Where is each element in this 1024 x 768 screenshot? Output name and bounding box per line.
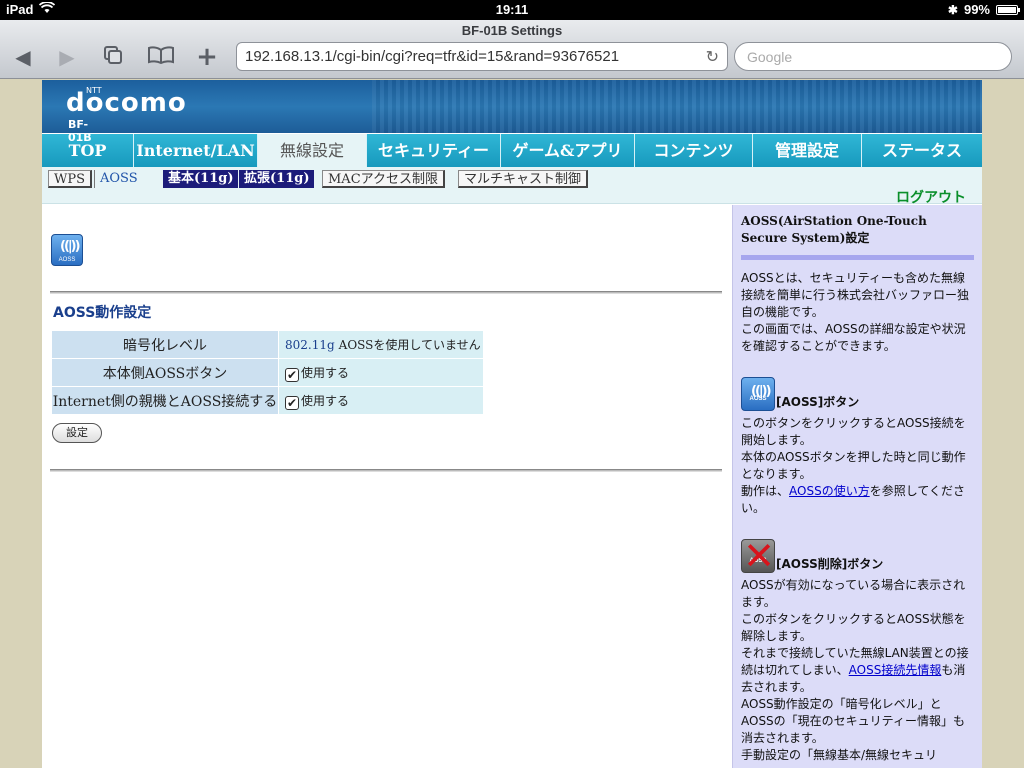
forward-icon[interactable]: ▶ (52, 46, 82, 68)
logo-brand: docomo (66, 88, 187, 118)
help-text: 本体のAOSSボタンを押した時と同じ動作となります。 (741, 450, 966, 481)
help-text: このボタンをクリックするとAOSS接続を開始します。 (741, 416, 966, 447)
url-field[interactable]: 192.168.13.1/cgi-bin/cgi?req=tfr&id=15&r… (236, 42, 728, 71)
checkbox-label: 使用する (301, 393, 350, 408)
battery-percent: 99% (963, 2, 990, 17)
browser-title: BF-01B Settings (461, 23, 563, 38)
wave-icon: ((|)) (60, 239, 80, 254)
battery-icon (996, 4, 1020, 15)
tab-game-apps[interactable]: ゲーム&アプリ (501, 134, 635, 167)
wireless-standard: 802.11g (285, 338, 335, 352)
section-title: AOSS動作設定 (53, 305, 152, 321)
encryption-value: AOSSを使用していません (338, 338, 481, 352)
aoss-delete-icon: AOSS ✕ (741, 534, 775, 578)
subtab-multicast[interactable]: マルチキャスト制御 (458, 170, 589, 188)
sub-nav: WPS AOSS 基本(11g) 拡張(11g) MACアクセス制限 マルチキャ… (42, 167, 982, 207)
aoss-usage-link[interactable]: AOSSの使い方 (789, 484, 870, 498)
checkbox-label: 使用する (301, 365, 350, 380)
help-text: 動作は、AOSSの使い方を参照してください。 (741, 483, 974, 517)
row-label: 本体側AOSSボタン (52, 359, 278, 386)
cross-icon: ✕ (743, 534, 775, 578)
main-nav: TOP Internet/LAN 無線設定 セキュリティー ゲーム&アプリ コン… (42, 133, 982, 167)
table-row: 暗号化レベル 802.11g AOSSを使用していません (52, 331, 483, 358)
settings-table: 暗号化レベル 802.11g AOSSを使用していません 本体側AOSSボタン ✔… (51, 330, 484, 415)
help-text: AOSSが有効になっている場合に表示されます。 (741, 578, 966, 609)
aoss-icon-label: AOSS (58, 257, 76, 263)
aoss-icon: ((|)) AOSS (741, 377, 775, 411)
help-title: AOSS(AirStation One-Touch Secure System)… (741, 214, 927, 245)
help-text: AOSS動作設定の「暗号化レベル」とAOSSの「現在のセキュリティー情報」も消去… (741, 697, 965, 745)
internet-aoss-checkbox[interactable]: ✔ (285, 395, 299, 410)
tab-contents[interactable]: コンテンツ (635, 134, 753, 167)
aoss-icon-label: AOSS (749, 396, 767, 402)
set-button[interactable]: 設定 (52, 423, 102, 443)
clock: 19:11 (495, 2, 529, 17)
aoss-connection-info-link[interactable]: AOSS接続先情報 (849, 663, 942, 677)
help-panel: AOSS(AirStation One-Touch Secure System)… (732, 205, 982, 768)
back-icon[interactable]: ◀ (8, 46, 38, 68)
row-value: ✔ 使用する (279, 387, 483, 414)
row-label: Internet側の親機とAOSS接続する (52, 387, 278, 414)
status-bar: iPad 19:11 ✱ 99% (0, 0, 1024, 20)
help-heading-text: [AOSS]ボタン (776, 395, 860, 409)
tab-wireless[interactable]: 無線設定 (258, 134, 367, 167)
aoss-button-checkbox[interactable]: ✔ (285, 367, 299, 382)
divider (50, 291, 722, 294)
url-text: 192.168.13.1/cgi-bin/cgi?req=tfr&id=15&r… (245, 48, 620, 65)
help-aoss-delete-heading: AOSS ✕ [AOSS削除]ボタン (741, 534, 974, 578)
help-text: このボタンをクリックするとAOSS状態を解除します。 (741, 612, 966, 643)
aoss-icon[interactable]: ((|)) AOSS (51, 234, 83, 266)
help-text-part: 動作は、 (741, 484, 790, 498)
help-text: 手動設定の「無線基本/無線セキュリ (741, 748, 938, 762)
bluetooth-icon: ✱ (947, 2, 958, 17)
subtab-aoss[interactable]: AOSS (94, 170, 143, 188)
tab-internet-lan[interactable]: Internet/LAN (134, 134, 258, 167)
browser-toolbar: BF-01B Settings ◀ ▶ + 192.168.13.1/cgi-b… (0, 20, 1024, 79)
help-text: それまで接続していた無線LAN装置との接続は切れてしまい、AOSS接続先情報も消… (741, 645, 974, 696)
page-header: NTT docomo BF-01B (42, 80, 982, 144)
bookmarks-icon[interactable] (146, 46, 176, 68)
help-aoss-button-heading: ((|)) AOSS [AOSS]ボタン (741, 377, 974, 411)
row-label: 暗号化レベル (52, 331, 278, 358)
subtab-extended-11g[interactable]: 拡張(11g) (239, 170, 315, 188)
reload-icon[interactable]: ↻ (706, 47, 719, 67)
help-divider (741, 255, 974, 260)
help-text: AOSSとは、セキュリティーも含めた無線接続を簡単に行う株式会社バッファロー独自… (741, 271, 970, 319)
tab-admin[interactable]: 管理設定 (753, 134, 862, 167)
model-name: BF-01B (68, 118, 92, 144)
add-bookmark-icon[interactable]: + (192, 44, 222, 70)
help-heading-text: [AOSS削除]ボタン (776, 557, 884, 571)
subtab-mac-filter[interactable]: MACアクセス制限 (322, 170, 445, 188)
search-placeholder: Google (747, 49, 793, 65)
logout-link[interactable]: ログアウト (896, 187, 966, 207)
search-field[interactable]: Google (734, 42, 1012, 71)
main-content: ((|)) AOSS AOSS動作設定 暗号化レベル 802.11g AOSSを使… (42, 205, 730, 768)
table-row: Internet側の親機とAOSS接続する ✔ 使用する (52, 387, 483, 414)
row-value: 802.11g AOSSを使用していません (279, 331, 483, 358)
help-text: この画面では、AOSSの詳細な設定や状況を確認することができます。 (741, 322, 966, 353)
table-row: 本体側AOSSボタン ✔ 使用する (52, 359, 483, 386)
tab-status[interactable]: ステータス (862, 134, 982, 167)
battery-fill (998, 6, 1016, 13)
pages-icon[interactable] (98, 46, 128, 68)
subtab-basic-11g[interactable]: 基本(11g) (163, 170, 239, 188)
tab-security[interactable]: セキュリティー (367, 134, 501, 167)
divider (50, 469, 722, 472)
header-decoration (372, 80, 982, 133)
row-value: ✔ 使用する (279, 359, 483, 386)
web-page: NTT docomo BF-01B TOP Internet/LAN 無線設定 … (42, 80, 982, 768)
subtab-wps[interactable]: WPS (48, 170, 93, 188)
